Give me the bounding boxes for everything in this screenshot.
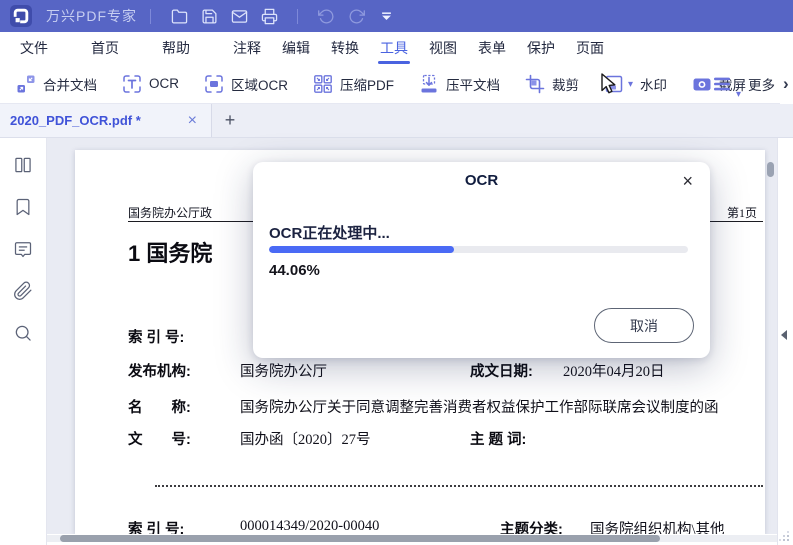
screenshot-icon: [692, 74, 712, 94]
menu-page[interactable]: 页面: [574, 32, 606, 64]
tool-compress-pdf[interactable]: 压缩PDF: [313, 74, 394, 94]
menu-edit[interactable]: 编辑: [280, 32, 312, 64]
doc-field-label: 成文日期:: [470, 364, 533, 380]
menubar: 文件 首页 帮助 注释 编辑 转换 工具 视图 表单 保护 页面: [0, 32, 793, 64]
doc-field-value: 国办函〔2020〕27号: [240, 432, 371, 448]
tool-ocr[interactable]: OCR: [122, 74, 179, 94]
print-icon[interactable]: [254, 3, 284, 29]
crop-icon: [525, 74, 545, 94]
tool-label: OCR: [149, 76, 179, 91]
progress-fill: [269, 246, 454, 253]
doc-field-label: 发布机构:: [128, 364, 191, 380]
document-tab[interactable]: 2020_PDF_OCR.pdf * ×: [0, 104, 212, 137]
doc-field-value: 2020年04月20日: [563, 364, 665, 380]
tool-area-ocr[interactable]: 区域OCR: [204, 74, 288, 94]
titlebar-divider: [297, 8, 298, 24]
right-panel-strip: [777, 138, 793, 545]
dialog-close-icon[interactable]: ×: [678, 169, 697, 194]
tool-label: 区域OCR: [231, 77, 288, 93]
tool-label: 裁剪: [552, 77, 579, 93]
titlebar-divider: [150, 8, 151, 24]
menu-file[interactable]: 文件: [18, 32, 50, 64]
progress-percent-label: 44.06%: [269, 262, 320, 279]
new-tab-button[interactable]: +: [212, 104, 248, 137]
save-icon[interactable]: [194, 3, 224, 29]
area-ocr-icon: [204, 74, 224, 94]
cancel-button[interactable]: 取消: [594, 308, 694, 343]
doc-field-value: 国务院办公厅关于同意调整完善消费者权益保护工作部际联席会议制度的函: [240, 400, 719, 416]
doc-field-label: 文 号:: [128, 432, 191, 448]
ocr-icon: [122, 74, 142, 94]
doc-field-label: 索 引 号:: [128, 330, 185, 346]
vertical-scrollbar-thumb[interactable]: [767, 162, 774, 177]
tool-label: 压缩PDF: [340, 77, 394, 93]
tool-flatten-document[interactable]: 压平文档: [419, 74, 500, 94]
email-icon[interactable]: [224, 3, 254, 29]
compress-pdf-icon: [313, 74, 333, 94]
horizontal-scrollbar-thumb[interactable]: [60, 535, 660, 542]
doc-field-label: 主 题 词:: [470, 432, 527, 448]
chevron-down-icon[interactable]: ▾: [628, 79, 633, 90]
tool-more[interactable]: ▾ 更多: [712, 64, 775, 104]
doc-field-value: 国务院组织机构\其他: [590, 522, 725, 534]
menu-comment[interactable]: 注释: [231, 32, 263, 64]
menu-protect[interactable]: 保护: [525, 32, 557, 64]
doc-header-right: 第1页: [726, 206, 757, 220]
redo-icon[interactable]: [341, 3, 371, 29]
doc-field-value: 000014349/2020-00040: [240, 518, 380, 534]
menu-convert[interactable]: 转换: [329, 32, 361, 64]
tool-merge-documents[interactable]: 合并文档: [16, 74, 97, 94]
navigation-sidebar: [0, 138, 47, 545]
titlebar: 万兴PDF专家: [0, 0, 793, 32]
horizontal-scrollbar: [47, 534, 777, 545]
menu-home[interactable]: 首页: [89, 32, 121, 64]
ocr-status-text: OCR正在处理中...: [269, 225, 390, 242]
more-menu-icon: [712, 74, 732, 94]
ocr-dialog: OCR × OCR正在处理中... 44.06% 取消: [253, 162, 710, 358]
menu-help[interactable]: 帮助: [160, 32, 192, 64]
tab-title: 2020_PDF_OCR.pdf *: [10, 113, 141, 128]
tab-close-icon[interactable]: ×: [184, 112, 201, 130]
undo-icon[interactable]: [311, 3, 341, 29]
toolbar-overflow-icon[interactable]: ›: [780, 64, 793, 104]
app-logo-icon: [10, 5, 32, 27]
collapse-toolbar-icon[interactable]: [371, 3, 401, 29]
bookmark-panel-icon[interactable]: [12, 196, 34, 218]
doc-field-label: 名 称:: [128, 400, 191, 416]
tabbar: 2020_PDF_OCR.pdf * × +: [0, 104, 793, 138]
toolbar: 合并文档 OCR 区域OCR 压缩PDF 压平文档 裁剪 ▾ 水印 截屏 ▾ 更…: [0, 64, 793, 104]
tool-crop[interactable]: 裁剪: [525, 74, 579, 94]
menu-tools[interactable]: 工具: [378, 32, 410, 64]
menu-form[interactable]: 表单: [476, 32, 508, 64]
comment-panel-icon[interactable]: [12, 238, 34, 260]
right-panel-expand-handle[interactable]: [781, 330, 787, 340]
flatten-document-icon: [419, 74, 439, 94]
doc-heading: 1 国务院: [128, 241, 213, 266]
app-title: 万兴PDF专家: [46, 8, 137, 24]
menu-view[interactable]: 视图: [427, 32, 459, 64]
dialog-title: OCR: [464, 172, 499, 189]
merge-documents-icon: [16, 74, 36, 94]
progress-bar: [269, 246, 688, 253]
doc-dotted-divider: [155, 485, 763, 487]
tool-label: 合并文档: [43, 77, 97, 93]
attachment-panel-icon[interactable]: [12, 280, 34, 302]
mouse-cursor-icon: [598, 72, 620, 96]
search-panel-icon[interactable]: [12, 322, 34, 344]
tool-label: 压平文档: [446, 77, 500, 93]
doc-field-value: 国务院办公厅: [240, 364, 327, 380]
doc-field-label: 索 引 号:: [128, 522, 185, 534]
chevron-down-icon[interactable]: ▾: [736, 89, 741, 100]
thumbnail-panel-icon[interactable]: [12, 154, 34, 176]
tool-label: 更多: [748, 78, 776, 93]
doc-header-left: 国务院办公厅政: [128, 206, 213, 220]
window-resize-grip[interactable]: [787, 539, 789, 541]
folder-open-icon[interactable]: [164, 3, 194, 29]
tool-label: 水印: [640, 77, 668, 93]
doc-field-label: 主题分类:: [500, 522, 563, 534]
